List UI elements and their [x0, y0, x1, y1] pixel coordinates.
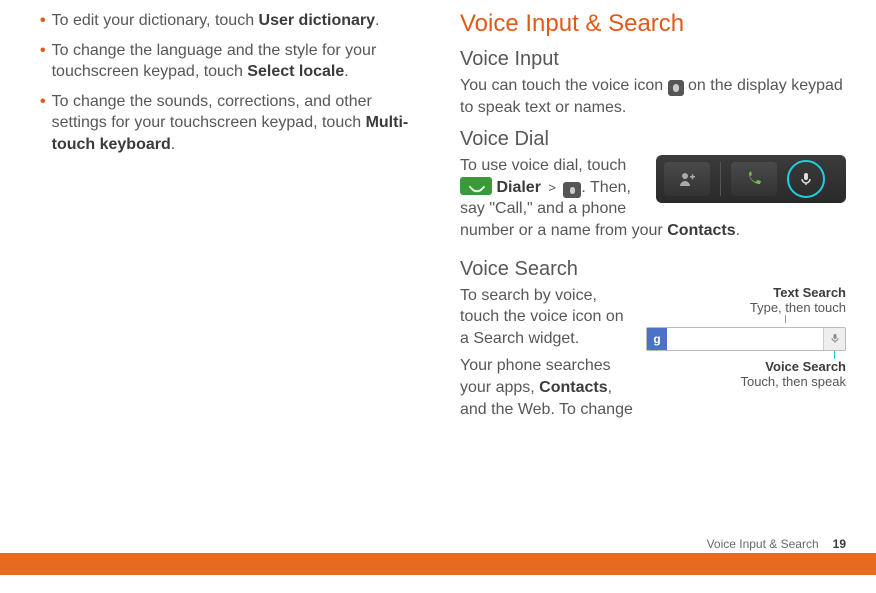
- section-title: Voice Input & Search: [460, 10, 846, 38]
- voice-search-callout: Voice Search Touch, then speak: [646, 359, 846, 389]
- bullet-bold: Select locale: [247, 63, 344, 80]
- bullet-bold: User dictionary: [259, 12, 375, 29]
- bullet-multitouch-keyboard: • To change the sounds, corrections, and…: [40, 91, 420, 156]
- search-widget: g: [646, 327, 846, 351]
- left-column: • To edit your dictionary, touch User di…: [40, 10, 420, 426]
- bullet-text: .: [171, 136, 175, 153]
- google-icon: g: [647, 328, 667, 350]
- voice-dial-highlight: [787, 160, 825, 198]
- voice-input-heading: Voice Input: [460, 48, 846, 71]
- right-column: Voice Input & Search Voice Input You can…: [460, 10, 846, 426]
- bullet-select-locale: • To change the language and the style f…: [40, 40, 420, 83]
- bullet-text: To change the sounds, corrections, and o…: [52, 93, 372, 132]
- search-widget-illustration: Text Search Type, then touch g Voice Sea…: [646, 285, 846, 389]
- footer-label: Voice Input & Search19: [707, 537, 846, 551]
- mic-icon: [668, 80, 684, 96]
- text-search-callout: Text Search Type, then touch: [646, 285, 846, 315]
- footer-bar: [0, 553, 876, 575]
- search-mic-icon: [823, 328, 845, 350]
- bullet-text: .: [375, 12, 379, 29]
- bullet-icon: •: [40, 10, 46, 32]
- add-contact-icon: [664, 162, 710, 196]
- dialer-bar-illustration: [656, 155, 846, 203]
- search-field: [667, 328, 823, 350]
- bullet-icon: •: [40, 40, 46, 83]
- phone-icon: [731, 162, 777, 196]
- mic-chip-icon: [563, 182, 581, 198]
- bullet-user-dictionary: • To edit your dictionary, touch User di…: [40, 10, 420, 32]
- voice-search-heading: Voice Search: [460, 258, 846, 281]
- voice-dial-heading: Voice Dial: [460, 128, 846, 151]
- bullet-icon: •: [40, 91, 46, 156]
- dialer-chip-icon: [460, 177, 492, 195]
- voice-input-body: You can touch the voice icon on the disp…: [460, 75, 846, 118]
- bullet-text: .: [344, 63, 348, 80]
- page-number: 19: [833, 537, 846, 551]
- bullet-text: To edit your dictionary, touch: [52, 12, 259, 29]
